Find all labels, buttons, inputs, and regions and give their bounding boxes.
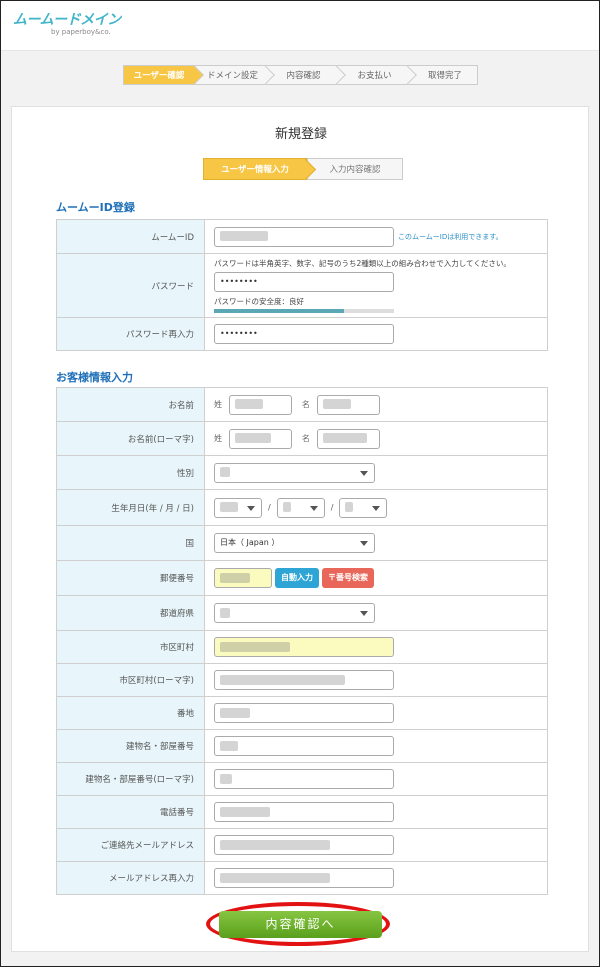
site-header: ムームードメイン by paperboy&co. — [1, 1, 599, 51]
label-muumuu-id: ムームーID — [56, 219, 205, 254]
password-strength-bar — [214, 309, 394, 313]
muumuu-logo[interactable]: ムームードメイン by paperboy&co. — [13, 9, 121, 36]
label-country: 国 — [56, 525, 205, 561]
substep-confirm: 入力内容確認 — [307, 158, 403, 180]
street-input[interactable] — [214, 703, 394, 723]
auto-fill-button[interactable]: 自動入力 — [275, 568, 319, 588]
label-city: 市区町村 — [56, 630, 205, 664]
substep-user-info: ユーザー情報入力 — [203, 158, 307, 180]
chevron-down-icon — [372, 505, 381, 511]
birth-year-select[interactable] — [214, 497, 262, 518]
chevron-down-icon — [360, 541, 368, 546]
logo-text: ムームードメイン — [13, 12, 121, 28]
page-title: 新規登録 — [274, 127, 327, 142]
sei-label: 姓 — [214, 400, 222, 409]
chevron-down-icon — [247, 505, 255, 511]
form-row: 市区町村 — [56, 630, 548, 664]
label-building-romaji: 建物名・部屋番号(ローマ字) — [56, 762, 205, 796]
label-name-romaji: お名前(ローマ字) — [56, 421, 205, 456]
prefecture-select[interactable] — [214, 603, 375, 623]
muumuu-id-hint: このムームーIDは利用できます。 — [398, 232, 503, 241]
label-city-romaji: 市区町村(ローマ字) — [56, 663, 205, 697]
step-content-check: 内容確認 — [265, 65, 336, 85]
form-row: お名前(ローマ字) 姓 名 — [56, 421, 548, 456]
step-complete: 取得完了 — [407, 65, 478, 85]
label-name: お名前 — [56, 387, 205, 422]
password-note: パスワードは半角英字、数字、記号のうち2種類以上の組み合わせで入力してください。 — [214, 259, 511, 268]
chevron-down-icon — [360, 470, 368, 476]
label-email: ご連絡先メールアドレス — [56, 828, 205, 862]
form-substeps: ユーザー情報入力 入力内容確認 — [203, 158, 403, 180]
label-birthdate: 生年月日(年 / 月 / 日) — [56, 489, 205, 526]
form-row: 電話番号 — [56, 795, 548, 829]
gender-select[interactable] — [214, 462, 375, 483]
password-confirm-input[interactable]: •••••••• — [214, 324, 394, 344]
logo-sub: by paperboy&co. — [51, 28, 111, 36]
birth-day-select[interactable] — [339, 497, 388, 518]
confirm-content-button[interactable]: 内容確認へ — [219, 911, 382, 938]
form-row: パスワード パスワードは半角英字、数字、記号のうち2種類以上の組み合わせで入力し… — [56, 253, 548, 318]
muumuu-id-input[interactable] — [214, 226, 394, 247]
birth-month-select[interactable] — [276, 497, 325, 518]
password-input[interactable]: •••••••• — [214, 272, 394, 292]
form-row: ご連絡先メールアドレス — [56, 828, 548, 862]
mei-label: 名 — [301, 434, 310, 443]
label-phone: 電話番号 — [56, 795, 205, 829]
label-password: パスワード — [56, 253, 205, 318]
city-romaji-input[interactable] — [214, 670, 394, 690]
last-name-input[interactable] — [229, 394, 292, 415]
customer-form-table: お名前 姓 名 お名前(ローマ字) 姓 名 性別 生年月日(年 / 月 / 日)… — [56, 387, 548, 895]
step-domain-settings: ドメイン設定 — [194, 65, 265, 85]
registration-panel: 新規登録 ユーザー情報入力 入力内容確認 ムームーID登録 ムームーID このム… — [11, 106, 589, 952]
label-gender: 性別 — [56, 455, 205, 490]
form-row: 都道府県 — [56, 595, 548, 631]
postal-code-input[interactable] — [214, 568, 272, 588]
form-row: 国 日本（ Japan ） — [56, 525, 548, 561]
country-select[interactable]: 日本（ Japan ） — [214, 533, 375, 553]
section-title-customer: お客様情報入力 — [56, 371, 133, 384]
last-name-romaji-input[interactable] — [229, 428, 292, 449]
label-email-confirm: メールアドレス再入力 — [56, 861, 205, 895]
form-row: 生年月日(年 / 月 / 日) / / — [56, 489, 548, 526]
step-payment: お支払い — [336, 65, 407, 85]
form-row: パスワード再入力 •••••••• — [56, 317, 548, 351]
form-row: 建物名・部屋番号(ローマ字) — [56, 762, 548, 796]
building-input[interactable] — [214, 736, 394, 756]
label-postal: 郵便番号 — [56, 560, 205, 596]
first-name-input[interactable] — [316, 394, 380, 415]
label-street: 番地 — [56, 696, 205, 730]
label-prefecture: 都道府県 — [56, 595, 205, 631]
mei-label: 名 — [301, 400, 310, 409]
first-name-romaji-input[interactable] — [316, 428, 380, 449]
form-row: お名前 姓 名 — [56, 387, 548, 422]
password-strength-fill — [214, 309, 344, 313]
chevron-down-icon — [309, 505, 318, 511]
form-row: 郵便番号 自動入力 〒番号検索 — [56, 560, 548, 596]
email-input[interactable] — [214, 835, 394, 855]
sei-label: 姓 — [214, 434, 222, 443]
section-title-id: ムームーID登録 — [56, 201, 135, 214]
form-row: メールアドレス再入力 — [56, 861, 548, 895]
city-input[interactable] — [214, 637, 394, 657]
label-password-confirm: パスワード再入力 — [56, 317, 205, 351]
step-user-check: ユーザー確認 — [123, 65, 194, 85]
building-romaji-input[interactable] — [214, 769, 394, 789]
form-row: 番地 — [56, 696, 548, 730]
form-row: 市区町村(ローマ字) — [56, 663, 548, 697]
phone-input[interactable] — [214, 802, 394, 822]
id-form-table: ムームーID このムームーIDは利用できます。 パスワード パスワードは半角英字… — [56, 219, 548, 351]
form-row: 建物名・部屋番号 — [56, 729, 548, 763]
chevron-down-icon — [360, 611, 368, 616]
label-building: 建物名・部屋番号 — [56, 729, 205, 763]
postal-search-button[interactable]: 〒番号検索 — [322, 568, 374, 588]
progress-steps: ユーザー確認 ドメイン設定 内容確認 お支払い 取得完了 — [123, 65, 478, 85]
password-strength-text: パスワードの安全度：良好 — [214, 297, 304, 306]
form-row: ムームーID このムームーIDは利用できます。 — [56, 219, 548, 254]
form-row: 性別 — [56, 455, 548, 490]
email-confirm-input[interactable] — [214, 868, 394, 888]
